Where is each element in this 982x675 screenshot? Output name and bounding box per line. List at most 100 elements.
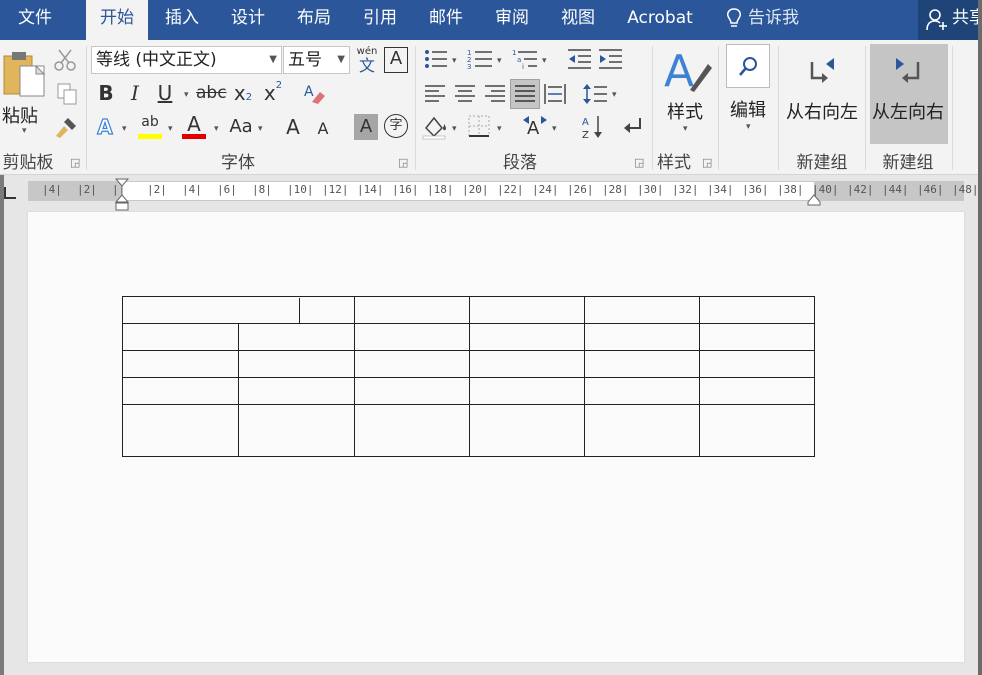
table-cell[interactable] <box>699 323 815 351</box>
table-cell[interactable] <box>238 323 355 351</box>
tab-review[interactable]: 审阅 <box>490 0 534 40</box>
table-cell[interactable] <box>122 323 239 351</box>
table-cell[interactable] <box>354 323 470 351</box>
font-size-combobox[interactable]: 五号 ▼ <box>283 46 350 74</box>
character-shading-button[interactable]: A <box>354 114 378 140</box>
left-indent-marker[interactable] <box>115 194 129 212</box>
table-cell[interactable] <box>122 296 355 324</box>
chevron-down-icon[interactable]: ▾ <box>497 56 502 66</box>
font-color-button[interactable]: A <box>180 113 208 141</box>
document-table[interactable] <box>122 296 815 457</box>
justify-button[interactable] <box>510 79 540 109</box>
multilevel-list-icon[interactable]: 1 a i <box>512 48 538 70</box>
show-hide-marks-icon[interactable] <box>620 114 644 140</box>
styles-dialog-launcher-icon[interactable]: ◲ <box>702 156 712 169</box>
table-cell[interactable] <box>238 377 355 405</box>
table-cell[interactable] <box>469 296 585 324</box>
align-right-icon[interactable] <box>484 83 506 105</box>
table-cell[interactable] <box>584 323 700 351</box>
character-border-button[interactable]: A <box>384 47 408 73</box>
table-cell[interactable] <box>122 350 239 378</box>
table-cell[interactable] <box>238 404 355 457</box>
table-cell[interactable] <box>699 350 815 378</box>
chevron-down-icon[interactable]: ▾ <box>184 90 189 100</box>
table-cell[interactable] <box>469 323 585 351</box>
table-cell[interactable] <box>354 296 470 324</box>
borders-icon[interactable] <box>467 114 491 138</box>
decrease-indent-icon[interactable] <box>566 48 592 70</box>
tab-insert[interactable]: 插入 <box>160 0 204 40</box>
asian-layout-icon[interactable]: A <box>521 114 549 140</box>
table-cell[interactable] <box>354 377 470 405</box>
share-button[interactable]: 共享 <box>918 0 982 40</box>
chevron-down-icon[interactable]: ▾ <box>258 124 263 134</box>
table-cell[interactable] <box>469 350 585 378</box>
right-indent-marker[interactable] <box>807 194 821 206</box>
shading-icon[interactable] <box>422 114 448 140</box>
chevron-down-icon[interactable]: ▾ <box>542 56 547 66</box>
sort-icon[interactable]: A Z <box>581 114 605 140</box>
chevron-down-icon[interactable]: ▾ <box>552 124 557 134</box>
align-center-icon[interactable] <box>454 83 476 105</box>
table-cell[interactable] <box>238 350 355 378</box>
tab-selector-icon[interactable] <box>4 187 16 199</box>
table-cell[interactable] <box>122 404 239 457</box>
tab-layout[interactable]: 布局 <box>292 0 336 40</box>
cut-button[interactable] <box>54 48 78 72</box>
change-case-button[interactable]: Aa <box>226 113 256 141</box>
table-cell[interactable] <box>699 296 815 324</box>
bold-button[interactable]: B <box>94 79 118 107</box>
chevron-down-icon[interactable]: ▾ <box>497 124 502 134</box>
tab-mailings[interactable]: 邮件 <box>424 0 468 40</box>
copy-button[interactable] <box>56 82 78 106</box>
increase-indent-icon[interactable] <box>597 48 623 70</box>
tab-view[interactable]: 视图 <box>556 0 600 40</box>
numbering-icon[interactable]: 1 2 3 <box>467 48 493 70</box>
table-cell[interactable] <box>584 377 700 405</box>
chevron-down-icon[interactable]: ▾ <box>214 124 219 134</box>
chevron-down-icon[interactable]: ▾ <box>168 124 173 134</box>
table-cell[interactable] <box>354 350 470 378</box>
editing-button[interactable]: 编辑 ▾ <box>724 44 774 144</box>
table-cell[interactable] <box>699 404 815 457</box>
bullets-icon[interactable] <box>424 48 448 70</box>
font-dialog-launcher-icon[interactable]: ◲ <box>398 156 408 169</box>
text-effects-button[interactable]: A <box>94 113 116 141</box>
clipboard-dialog-launcher-icon[interactable]: ◲ <box>70 156 80 169</box>
phonetic-guide-button[interactable]: wén 文 <box>354 46 380 76</box>
enclose-characters-button[interactable]: 字 <box>384 114 408 138</box>
horizontal-ruler[interactable]: |4| |2| || |2| |4| |6| |8| |10| |12| |14| |16| |18|… <box>28 178 979 211</box>
styles-button[interactable]: A 样式 ▾ <box>658 46 714 142</box>
line-spacing-icon[interactable] <box>582 82 608 106</box>
shrink-font-button[interactable]: A <box>312 115 334 143</box>
table-cell[interactable] <box>699 377 815 405</box>
first-line-indent-marker[interactable] <box>115 178 129 188</box>
tab-design[interactable]: 设计 <box>226 0 270 40</box>
chevron-down-icon[interactable]: ▾ <box>122 124 127 134</box>
chevron-down-icon[interactable]: ▾ <box>452 124 457 134</box>
table-cell[interactable] <box>584 296 700 324</box>
tell-me-search[interactable]: 告诉我 <box>722 0 808 40</box>
highlight-button[interactable]: ab <box>137 113 163 141</box>
underline-button[interactable]: U <box>152 79 178 107</box>
tab-home[interactable]: 开始 <box>86 0 148 40</box>
subscript-button[interactable]: x2 <box>230 79 256 107</box>
superscript-button[interactable]: x2 <box>260 79 286 107</box>
tab-acrobat[interactable]: Acrobat <box>622 0 698 40</box>
tab-file[interactable]: 文件 <box>14 0 56 40</box>
grow-font-button[interactable]: A <box>282 113 304 141</box>
tab-references[interactable]: 引用 <box>358 0 402 40</box>
table-cell[interactable] <box>584 350 700 378</box>
format-painter-button[interactable] <box>54 114 80 140</box>
table-cell[interactable] <box>469 404 585 457</box>
font-name-combobox[interactable]: 等线 (中文正文) ▼ <box>91 46 282 74</box>
paragraph-dialog-launcher-icon[interactable]: ◲ <box>634 156 644 169</box>
document-page[interactable] <box>28 212 964 662</box>
table-cell[interactable] <box>469 377 585 405</box>
clear-formatting-button[interactable]: A <box>302 82 326 106</box>
table-cell[interactable] <box>584 404 700 457</box>
distributed-icon[interactable] <box>543 82 567 106</box>
left-to-right-button[interactable]: 从左向右 <box>870 44 948 144</box>
align-left-icon[interactable] <box>424 83 446 105</box>
table-cell[interactable] <box>354 404 470 457</box>
